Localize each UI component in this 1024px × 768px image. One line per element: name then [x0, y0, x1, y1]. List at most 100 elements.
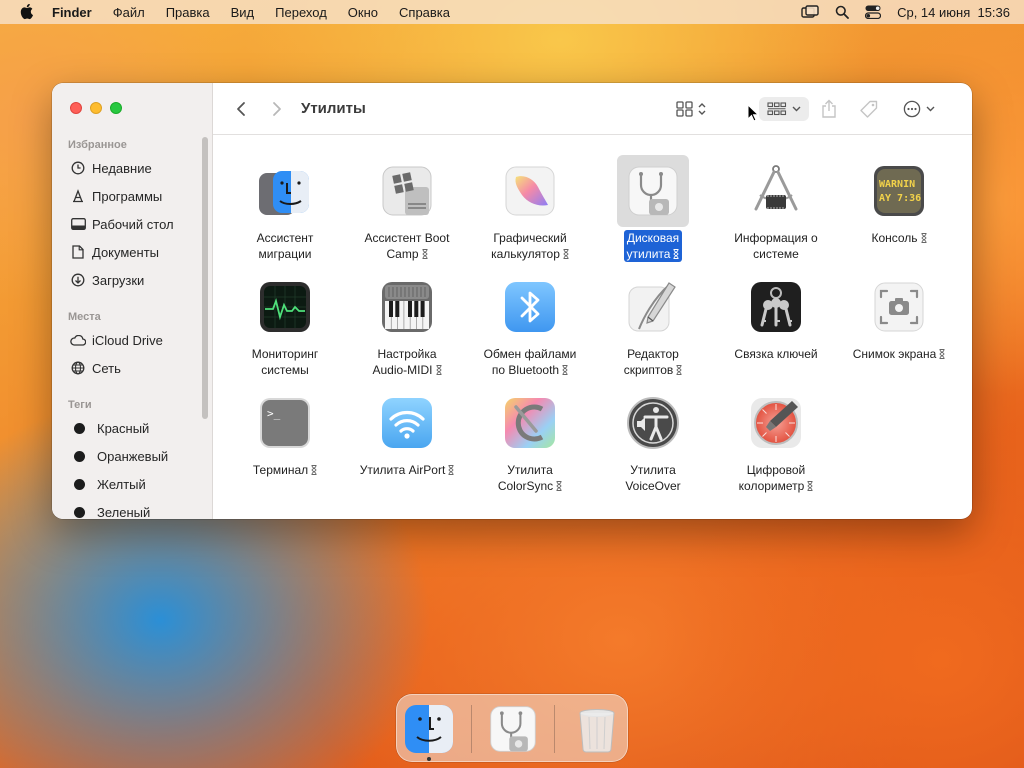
sidebar-item-label: Желтый: [97, 476, 146, 492]
app-keychain[interactable]: Связка ключей: [715, 271, 837, 362]
toolbar: Утилиты: [213, 83, 972, 135]
tag-dot-icon: [74, 450, 85, 462]
app-audio-midi[interactable]: Настройка Audio-MIDI: [346, 271, 468, 378]
app-system-information[interactable]: Информация о системе: [715, 155, 837, 262]
disk-utility-icon: [490, 706, 536, 752]
app-activity-monitor[interactable]: Мониторинг системы: [224, 271, 346, 378]
sidebar-tag-green[interactable]: Зеленый: [70, 501, 150, 519]
app-grapher[interactable]: Графический калькулятор: [469, 155, 591, 262]
sidebar-item-icloud-drive[interactable]: iCloud Drive: [70, 329, 163, 351]
menu-bar: Finder Файл Правка Вид Переход Окно Спра…: [0, 0, 1024, 24]
item-label: Связка ключей: [734, 347, 818, 361]
action-menu-button[interactable]: [899, 97, 939, 121]
view-options-button[interactable]: [671, 97, 711, 121]
hourglass-icon: [436, 365, 442, 375]
window-controls: [70, 102, 130, 114]
control-center-icon[interactable]: [865, 5, 882, 19]
window-title: Утилиты: [301, 100, 366, 117]
menu-file[interactable]: Файл: [113, 5, 145, 20]
hourglass-icon: [311, 465, 317, 475]
app-screenshot[interactable]: Снимок экрана: [838, 271, 960, 362]
sidebar-item-desktop[interactable]: Рабочий стол: [70, 213, 174, 235]
mouse-pointer-icon: [747, 104, 759, 122]
dock-item-trash[interactable]: [571, 703, 623, 755]
hourglass-icon: [556, 481, 562, 491]
group-button[interactable]: [759, 97, 809, 121]
sidebar-item-downloads[interactable]: Загрузки: [70, 269, 144, 291]
minimize-button[interactable]: [90, 102, 102, 114]
dock-item-disk-utility[interactable]: [487, 703, 539, 755]
item-label: Информация о системе: [734, 231, 818, 261]
sidebar-scrollbar[interactable]: [202, 137, 208, 419]
chevron-down-icon: [792, 106, 801, 112]
sidebar-item-label: Красный: [97, 420, 150, 436]
sidebar-section-tags: Теги: [68, 399, 92, 411]
menu-edit[interactable]: Правка: [166, 5, 210, 20]
menu-help[interactable]: Справка: [399, 5, 450, 20]
sidebar-item-applications[interactable]: Программы: [70, 185, 162, 207]
share-button[interactable]: [819, 97, 839, 121]
item-label: Ассистент Boot Camp: [364, 231, 450, 261]
voiceover-icon: [617, 387, 689, 459]
screen-mirroring-icon[interactable]: [801, 5, 819, 19]
terminal-icon: >_: [249, 387, 321, 459]
bluetooth-exchange-icon: [494, 271, 566, 343]
app-script-editor[interactable]: Редактор скриптов: [592, 271, 714, 378]
console-icon: WARNIN AY 7:36: [863, 155, 935, 227]
airport-utility-icon: [371, 387, 443, 459]
sidebar-item-label: Рабочий стол: [92, 216, 174, 232]
digital-color-meter-icon: [740, 387, 812, 459]
app-disk-utility[interactable]: Дисковая утилита: [592, 155, 714, 262]
tag-dot-icon: [74, 478, 85, 490]
icon-view-icon: [676, 101, 693, 117]
spotlight-search-icon[interactable]: [835, 5, 849, 19]
menu-go[interactable]: Переход: [275, 5, 327, 20]
menu-clock[interactable]: Ср, 14 июня 15:36: [897, 5, 1010, 20]
menu-finder[interactable]: Finder: [52, 5, 92, 20]
tag-button[interactable]: [857, 97, 881, 121]
app-console[interactable]: WARNIN AY 7:36 Консоль: [838, 155, 960, 246]
audio-midi-icon: [371, 271, 443, 343]
apple-logo-icon[interactable]: [20, 4, 34, 20]
app-colorsync[interactable]: Утилита ColorSync: [469, 387, 591, 494]
sidebar-item-network[interactable]: Сеть: [70, 357, 121, 379]
svg-text:WARNIN: WARNIN: [879, 179, 915, 190]
item-label: Утилита VoiceOver: [625, 463, 681, 493]
zoom-button[interactable]: [110, 102, 122, 114]
trash-icon: [579, 709, 615, 753]
app-digital-color-meter[interactable]: Цифровой колориметр: [715, 387, 837, 494]
app-migration-assistant[interactable]: Ассистент миграции: [224, 155, 346, 262]
document-icon: [70, 244, 86, 260]
sidebar-item-recents[interactable]: Недавние: [70, 157, 152, 179]
back-button[interactable]: [231, 97, 251, 121]
dock-separator: [554, 705, 555, 753]
sidebar-tag-orange[interactable]: Оранжевый: [70, 445, 168, 467]
sidebar-item-documents[interactable]: Документы: [70, 241, 159, 263]
app-airport-utility[interactable]: Утилита AirPort: [346, 387, 468, 478]
system-information-icon: [740, 155, 812, 227]
sidebar-tag-yellow[interactable]: Желтый: [70, 473, 146, 495]
share-icon: [822, 99, 836, 118]
keychain-icon: [740, 271, 812, 343]
item-label: Настройка Audio-MIDI: [369, 346, 444, 378]
chevron-right-icon: [273, 102, 281, 116]
item-label: Графический калькулятор: [488, 230, 572, 262]
hourglass-icon: [939, 349, 945, 359]
item-label: Мониторинг системы: [251, 347, 319, 377]
app-bluetooth-exchange[interactable]: Обмен файлами по Bluetooth: [469, 271, 591, 378]
sidebar-section-favorites: Избранное: [68, 139, 127, 151]
forward-button[interactable]: [267, 97, 287, 121]
file-grid: Ассистент миграции Ассистент Boot Camp Г…: [213, 135, 972, 519]
sidebar-tag-red[interactable]: Красный: [70, 417, 149, 439]
item-label: Дисковая утилита: [623, 230, 683, 262]
download-icon: [70, 272, 86, 288]
menu-view[interactable]: Вид: [231, 5, 255, 20]
close-button[interactable]: [70, 102, 82, 114]
colorsync-icon: [494, 387, 566, 459]
dock-item-finder[interactable]: [403, 703, 455, 755]
menu-window[interactable]: Окно: [348, 5, 378, 20]
app-boot-camp[interactable]: Ассистент Boot Camp: [346, 155, 468, 262]
app-terminal[interactable]: >_ Терминал: [224, 387, 346, 478]
app-voiceover-utility[interactable]: Утилита VoiceOver: [592, 387, 714, 494]
hourglass-icon: [563, 249, 569, 259]
